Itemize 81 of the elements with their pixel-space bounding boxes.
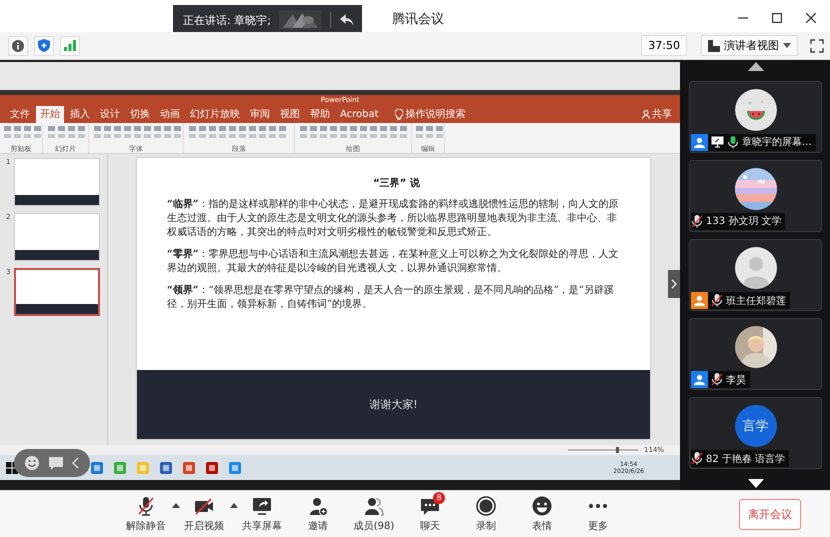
chevron-right-icon — [671, 279, 677, 289]
ribbon-tab[interactable]: 设计 — [96, 106, 124, 123]
toolbar-button[interactable]: 邀请 — [290, 496, 346, 532]
participant-name: 章晓宇的屏幕... — [742, 136, 812, 150]
meeting-timer: 37:50 — [641, 35, 687, 56]
scroll-down-icon[interactable] — [748, 478, 764, 488]
view-mode-dropdown[interactable]: 演讲者视图 — [701, 35, 798, 56]
person-icon — [694, 136, 705, 148]
maximize-icon[interactable] — [772, 13, 782, 23]
camera-off-icon — [194, 496, 214, 516]
ribbon-tab[interactable]: 插入 — [66, 106, 94, 123]
toolbar-button[interactable]: 成员(98) — [346, 496, 402, 532]
toolbar-button[interactable]: 共享屏幕 — [234, 496, 290, 532]
caret-up-icon[interactable] — [230, 502, 238, 508]
reply-arrow-icon[interactable] — [338, 13, 354, 27]
ribbon-tab[interactable]: 幻灯片放映 — [186, 106, 244, 123]
info-button[interactable] — [8, 36, 28, 56]
collapse-handle[interactable] — [668, 270, 680, 298]
speaker-label: 正在讲话: 章晓宇; — [183, 12, 271, 28]
person-icon — [694, 295, 705, 306]
slide-footer-text: 谢谢大家! — [369, 396, 418, 412]
caret-icon — [783, 43, 791, 48]
record-icon — [476, 496, 496, 516]
smiley-icon[interactable] — [24, 455, 40, 471]
monitor-icon — [252, 496, 272, 516]
chevron-left-icon[interactable] — [72, 457, 80, 469]
slide-thumbnail[interactable] — [14, 268, 100, 316]
toolbar-button[interactable]: 录制 — [458, 496, 514, 532]
more-icon — [589, 504, 607, 508]
ribbon-tab[interactable]: Acrobat — [336, 106, 383, 123]
app-icon[interactable] — [205, 460, 219, 475]
zoom-slider-icon[interactable] — [568, 447, 638, 454]
chat-bubble-icon[interactable] — [48, 456, 64, 470]
tell-me-search[interactable]: 操作说明搜索 — [406, 107, 466, 122]
share-button[interactable]: 共享 — [640, 106, 674, 123]
ribbon-tab[interactable]: 切换 — [126, 106, 154, 123]
close-icon[interactable] — [806, 13, 816, 23]
leave-meeting-button[interactable]: 离开会议 — [739, 498, 801, 530]
slide-paragraph: “临界”：指的是这样或那样的非中心状态，是避开现成套路的羁绊或逃脱惯性运思的辖制，向人文的原生态过渡。由于人文的原生态是文明文化的源头参考，所以临界思路明显地表现为非主流、非中心、非权威话语的方略，其突出的特点时对文明劣根性的敏锐警觉和反思式矫正。 — [167, 198, 620, 240]
ribbon-tab[interactable]: 动画 — [156, 106, 184, 123]
participant-name: 133 孙文玥 文学 — [706, 214, 782, 228]
smiley-icon — [532, 496, 552, 516]
toolbar-button[interactable]: 开启视频 — [176, 496, 232, 532]
notification-badge: 8 — [433, 492, 445, 504]
participant-name: 李昊 — [726, 374, 746, 387]
fullscreen-icon[interactable] — [810, 38, 824, 52]
scroll-up-icon[interactable] — [748, 62, 764, 72]
muted-microphone-icon — [136, 496, 156, 516]
person-icon — [642, 110, 650, 119]
network-button[interactable] — [60, 36, 80, 56]
app-icon[interactable] — [182, 460, 196, 475]
ribbon-tab[interactable]: 文件 — [6, 106, 34, 123]
default-avatar-icon — [734, 246, 776, 289]
participant-name: 82 于艳春 语言学 — [706, 452, 786, 466]
add-person-icon — [308, 496, 328, 516]
shield-icon — [38, 39, 50, 52]
people-icon — [364, 496, 384, 516]
ribbon-tab[interactable]: 开始 — [36, 106, 64, 123]
info-icon — [12, 40, 24, 52]
avatar-initials: 言学 — [734, 405, 776, 448]
lightbulb-icon — [394, 108, 403, 120]
ribbon-tab[interactable]: 审阅 — [246, 106, 274, 123]
caret-up-icon[interactable] — [172, 502, 180, 508]
window-title: 腾讯会议 — [392, 11, 444, 28]
toolbar-button[interactable]: 解除静音 — [118, 496, 174, 532]
security-button[interactable] — [34, 36, 54, 56]
app-icon[interactable] — [159, 460, 173, 475]
participant-name: 班主任郑碧莲 — [726, 294, 786, 308]
app-icon[interactable] — [90, 460, 104, 475]
ribbon-tab[interactable]: 视图 — [276, 106, 304, 123]
toolbar-button[interactable]: 更多 — [570, 496, 626, 532]
app-icon[interactable] — [228, 460, 242, 475]
signal-icon — [64, 40, 76, 51]
slide-paragraph: “领界”：“领界思想是在零界守望点的缘构，是天人合一的原生景观，是不同凡响的品格”，是“另辟蹊径，别开生面，领异标新，自铸伟词”的境界。 — [167, 284, 615, 312]
person-icon — [694, 374, 705, 386]
slide-thumbnail[interactable] — [14, 158, 100, 206]
slide-thumbnail[interactable] — [14, 212, 100, 261]
toolbar-button[interactable]: 表情 — [514, 496, 570, 532]
ribbon-tab[interactable]: 帮助 — [306, 106, 334, 123]
slide-paragraph: “零界”：零界思想与中心话语和主流风潮想去甚远，在某种意义上可以称之为文化裂隙处的寻思，人文界边的观照。其最大的特征是以冷峻的目光透视人文，以界外通识洞察常情。 — [167, 248, 620, 276]
slide-title: “三界” 说 — [372, 176, 421, 190]
